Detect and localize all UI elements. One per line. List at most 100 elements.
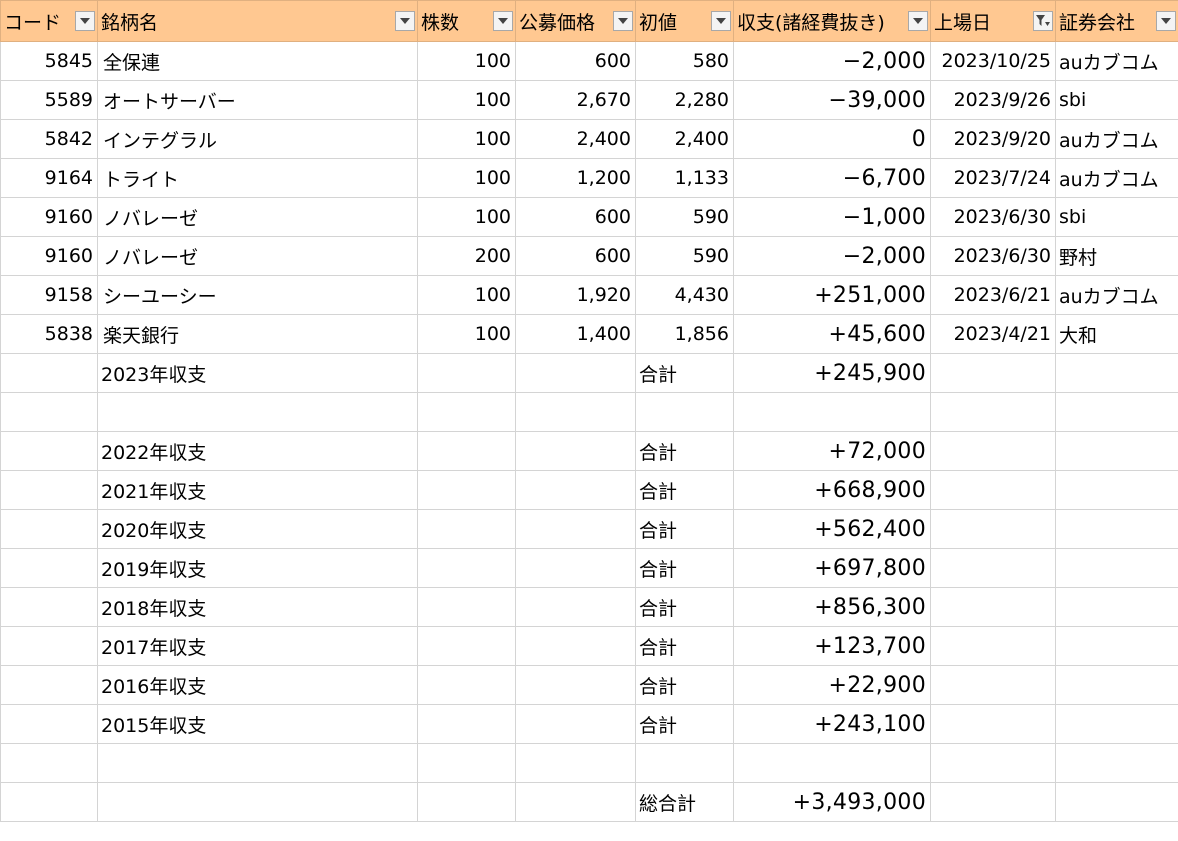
total-label-cell[interactable]: 合計 <box>635 626 734 666</box>
empty-cell[interactable] <box>0 743 98 783</box>
code-cell[interactable]: 5589 <box>0 80 98 120</box>
broker-cell[interactable]: auカブコム <box>1055 41 1178 81</box>
total-label-cell[interactable]: 合計 <box>635 665 734 705</box>
empty-cell[interactable] <box>1055 431 1178 471</box>
empty-cell[interactable] <box>930 782 1056 822</box>
empty-cell[interactable] <box>930 353 1056 393</box>
shares-cell[interactable]: 100 <box>417 119 516 159</box>
empty-cell[interactable] <box>733 743 931 783</box>
initial-price-cell[interactable]: 590 <box>635 236 734 276</box>
empty-cell[interactable] <box>930 704 1056 744</box>
year-label-cell[interactable]: 2023年収支 <box>97 353 418 393</box>
year-total-cell[interactable]: +245,900 <box>733 353 931 393</box>
empty-cell[interactable] <box>930 392 1056 432</box>
shares-cell[interactable]: 100 <box>417 158 516 198</box>
initial-price-cell[interactable]: 1,133 <box>635 158 734 198</box>
filter-dropdown-button[interactable] <box>493 11 513 31</box>
empty-cell[interactable] <box>515 470 636 510</box>
empty-cell[interactable] <box>417 626 516 666</box>
empty-cell[interactable] <box>1055 743 1178 783</box>
stock-name-cell[interactable]: シーユーシー <box>97 275 418 315</box>
stock-name-cell[interactable]: 楽天銀行 <box>97 314 418 354</box>
total-label-cell[interactable]: 合計 <box>635 548 734 588</box>
shares-cell[interactable]: 100 <box>417 197 516 237</box>
listing-date-cell[interactable]: 2023/6/21 <box>930 275 1056 315</box>
total-label-cell[interactable]: 合計 <box>635 587 734 627</box>
listing-date-cell[interactable]: 2023/6/30 <box>930 197 1056 237</box>
column-header-pnl[interactable]: 収支(諸経費抜き) <box>733 0 931 42</box>
year-label-cell[interactable]: 2021年収支 <box>97 470 418 510</box>
empty-cell[interactable] <box>930 626 1056 666</box>
year-label-cell[interactable]: 2015年収支 <box>97 704 418 744</box>
broker-cell[interactable]: sbi <box>1055 80 1178 120</box>
year-total-cell[interactable]: +562,400 <box>733 509 931 549</box>
year-label-cell[interactable]: 2019年収支 <box>97 548 418 588</box>
offer-price-cell[interactable]: 600 <box>515 236 636 276</box>
pnl-cell[interactable]: +251,000 <box>733 275 931 315</box>
empty-cell[interactable] <box>635 743 734 783</box>
broker-cell[interactable]: auカブコム <box>1055 158 1178 198</box>
pnl-cell[interactable]: −2,000 <box>733 236 931 276</box>
listing-date-cell[interactable]: 2023/10/25 <box>930 41 1056 81</box>
column-header-shares[interactable]: 株数 <box>417 0 516 42</box>
initial-price-cell[interactable]: 2,280 <box>635 80 734 120</box>
year-total-cell[interactable]: +22,900 <box>733 665 931 705</box>
year-label-cell[interactable]: 2016年収支 <box>97 665 418 705</box>
filter-dropdown-button[interactable] <box>613 11 633 31</box>
shares-cell[interactable]: 200 <box>417 236 516 276</box>
column-header-code[interactable]: コード <box>0 0 98 42</box>
pnl-cell[interactable]: −2,000 <box>733 41 931 81</box>
empty-cell[interactable] <box>97 392 418 432</box>
empty-cell[interactable] <box>515 431 636 471</box>
empty-cell[interactable] <box>0 353 98 393</box>
offer-price-cell[interactable]: 1,200 <box>515 158 636 198</box>
empty-cell[interactable] <box>0 509 98 549</box>
shares-cell[interactable]: 100 <box>417 41 516 81</box>
empty-cell[interactable] <box>515 743 636 783</box>
year-total-cell[interactable]: +123,700 <box>733 626 931 666</box>
filter-dropdown-button[interactable] <box>395 11 415 31</box>
grand-total-value-cell[interactable]: +3,493,000 <box>733 782 931 822</box>
empty-cell[interactable] <box>0 587 98 627</box>
empty-cell[interactable] <box>733 392 931 432</box>
column-header-name[interactable]: 銘柄名 <box>97 0 418 42</box>
empty-cell[interactable] <box>417 743 516 783</box>
code-cell[interactable]: 5842 <box>0 119 98 159</box>
broker-cell[interactable]: sbi <box>1055 197 1178 237</box>
empty-cell[interactable] <box>417 587 516 627</box>
pnl-cell[interactable]: +45,600 <box>733 314 931 354</box>
offer-price-cell[interactable]: 1,400 <box>515 314 636 354</box>
empty-cell[interactable] <box>97 743 418 783</box>
initial-price-cell[interactable]: 580 <box>635 41 734 81</box>
code-cell[interactable]: 9158 <box>0 275 98 315</box>
offer-price-cell[interactable]: 600 <box>515 197 636 237</box>
empty-cell[interactable] <box>417 470 516 510</box>
empty-cell[interactable] <box>1055 548 1178 588</box>
code-cell[interactable]: 9164 <box>0 158 98 198</box>
empty-cell[interactable] <box>0 470 98 510</box>
empty-cell[interactable] <box>515 548 636 588</box>
empty-cell[interactable] <box>417 392 516 432</box>
code-cell[interactable]: 9160 <box>0 236 98 276</box>
initial-price-cell[interactable]: 590 <box>635 197 734 237</box>
empty-cell[interactable] <box>1055 782 1178 822</box>
empty-cell[interactable] <box>1055 353 1178 393</box>
total-label-cell[interactable]: 合計 <box>635 509 734 549</box>
listing-date-cell[interactable]: 2023/7/24 <box>930 158 1056 198</box>
empty-cell[interactable] <box>1055 470 1178 510</box>
empty-cell[interactable] <box>515 782 636 822</box>
empty-cell[interactable] <box>930 509 1056 549</box>
offer-price-cell[interactable]: 600 <box>515 41 636 81</box>
empty-cell[interactable] <box>515 353 636 393</box>
empty-cell[interactable] <box>930 587 1056 627</box>
year-total-cell[interactable]: +72,000 <box>733 431 931 471</box>
filter-dropdown-button[interactable] <box>908 11 928 31</box>
stock-name-cell[interactable]: ノバレーゼ <box>97 197 418 237</box>
shares-cell[interactable]: 100 <box>417 314 516 354</box>
empty-cell[interactable] <box>417 782 516 822</box>
listing-date-cell[interactable]: 2023/6/30 <box>930 236 1056 276</box>
stock-name-cell[interactable]: オートサーバー <box>97 80 418 120</box>
year-label-cell[interactable]: 2017年収支 <box>97 626 418 666</box>
year-total-cell[interactable]: +856,300 <box>733 587 931 627</box>
stock-name-cell[interactable]: インテグラル <box>97 119 418 159</box>
